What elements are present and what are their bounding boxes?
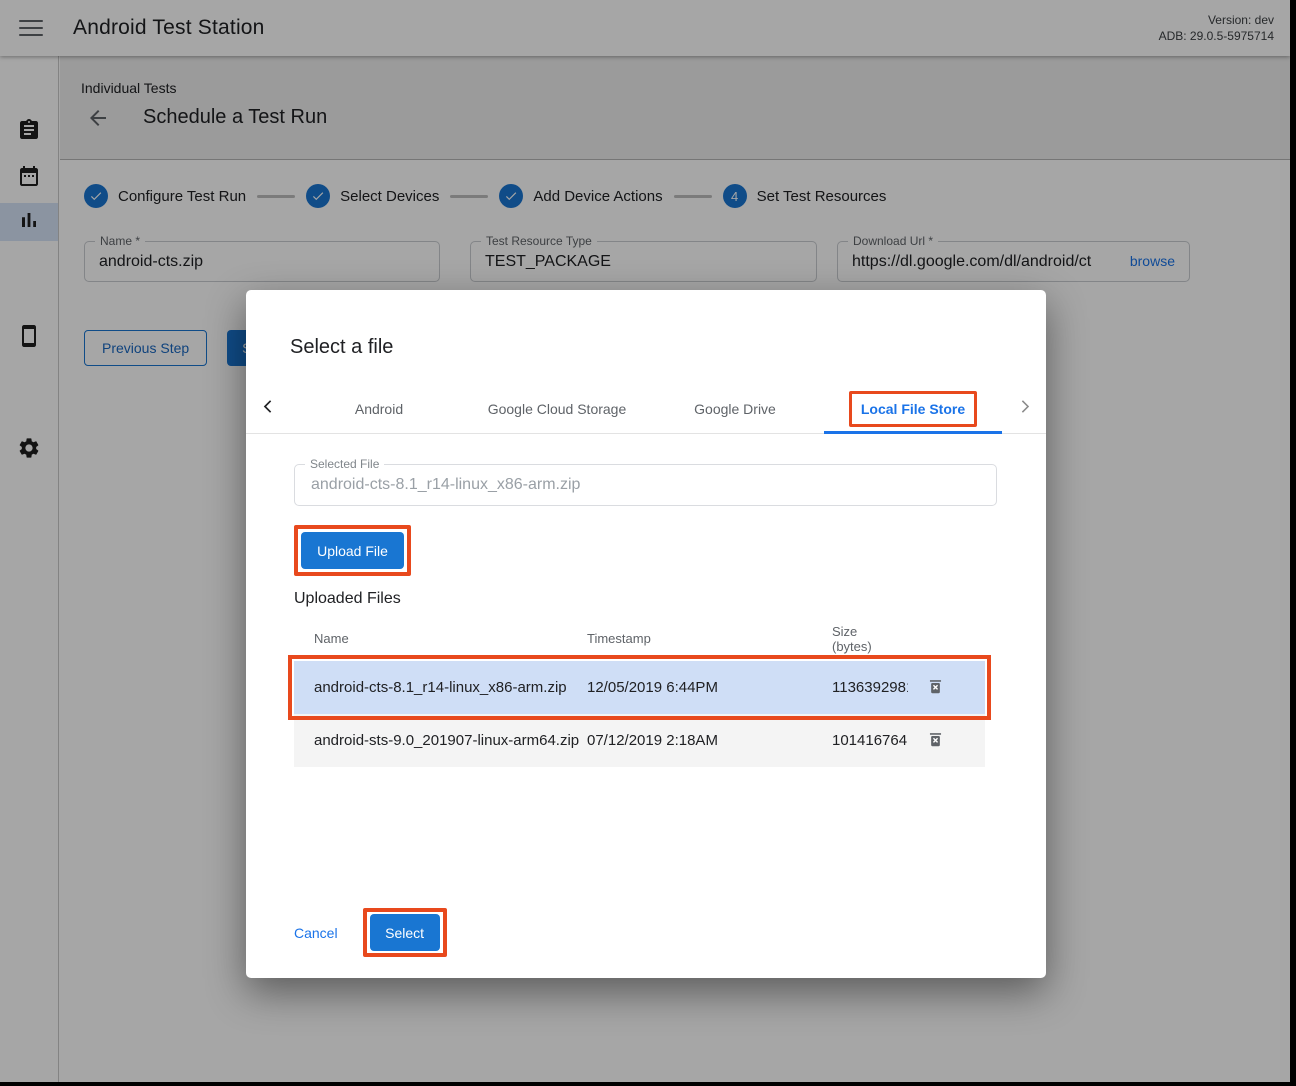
- cancel-button[interactable]: Cancel: [286, 925, 346, 941]
- timestamp-cell: 12/05/2019 6:44PM: [587, 679, 832, 696]
- tab-google-drive[interactable]: Google Drive: [646, 385, 824, 433]
- trash-delete-icon: [926, 737, 945, 752]
- select-file-dialog: Select a file Android Google Cloud Stora…: [246, 290, 1046, 978]
- dialog-tabs: Android Google Cloud Storage Google Driv…: [290, 385, 1002, 433]
- selected-file-value: android-cts-8.1_r14-linux_x86-arm.zip: [295, 465, 996, 505]
- delete-file-button[interactable]: [924, 675, 947, 701]
- dialog-title: Select a file: [290, 336, 1046, 359]
- uploaded-files-table: Name Timestamp Size (bytes) android-cts-…: [294, 616, 985, 767]
- tabs-scroll-right-button[interactable]: [1002, 385, 1046, 433]
- column-header-size: Size (bytes): [832, 624, 908, 654]
- file-name-cell: android-sts-9.0_201907-linux-arm64.zip: [294, 732, 587, 749]
- tab-label: Google Cloud Storage: [488, 401, 627, 417]
- tabs-scroll-left-button[interactable]: [246, 385, 290, 433]
- selected-file-label: Selected File: [305, 457, 384, 471]
- tab-label: Android: [355, 401, 403, 417]
- chevron-right-icon: [1016, 398, 1033, 420]
- column-header-timestamp: Timestamp: [587, 631, 832, 646]
- uploaded-files-heading: Uploaded Files: [294, 590, 997, 608]
- chevron-left-icon: [260, 398, 277, 420]
- annotation-box-upload-file: Upload File: [294, 525, 411, 576]
- upload-file-button[interactable]: Upload File: [301, 532, 404, 569]
- select-button[interactable]: Select: [370, 914, 440, 951]
- annotation-box-selected-row: android-cts-8.1_r14-linux_x86-arm.zip 12…: [294, 661, 985, 714]
- dialog-body: Selected File android-cts-8.1_r14-linux_…: [246, 464, 1046, 957]
- selected-file-field[interactable]: Selected File android-cts-8.1_r14-linux_…: [294, 464, 997, 506]
- trash-delete-icon: [926, 684, 945, 699]
- tab-google-cloud-storage[interactable]: Google Cloud Storage: [468, 385, 646, 433]
- tab-label: Local File Store: [861, 401, 965, 417]
- dialog-tab-bar: Android Google Cloud Storage Google Driv…: [246, 385, 1046, 434]
- table-header-row: Name Timestamp Size (bytes): [294, 616, 985, 661]
- file-name-cell: android-cts-8.1_r14-linux_x86-arm.zip: [294, 679, 587, 696]
- app-window: Android Test Station Version: dev ADB: 2…: [0, 0, 1290, 1082]
- tab-android[interactable]: Android: [290, 385, 468, 433]
- annotation-box-select: Select: [363, 908, 447, 957]
- size-cell: 1136392981: [832, 679, 908, 696]
- tab-local-file-store[interactable]: Local File Store: [824, 385, 1002, 433]
- delete-file-button[interactable]: [924, 728, 947, 754]
- table-row[interactable]: android-sts-9.0_201907-linux-arm64.zip 0…: [294, 714, 985, 767]
- tab-label: Google Drive: [694, 401, 776, 417]
- column-header-name: Name: [294, 631, 587, 646]
- timestamp-cell: 07/12/2019 2:18AM: [587, 732, 832, 749]
- size-cell: 101416764: [832, 732, 908, 749]
- dialog-footer: Cancel Select: [294, 908, 997, 957]
- annotation-box-local-file-store: Local File Store: [849, 391, 977, 427]
- table-row[interactable]: android-cts-8.1_r14-linux_x86-arm.zip 12…: [294, 661, 985, 714]
